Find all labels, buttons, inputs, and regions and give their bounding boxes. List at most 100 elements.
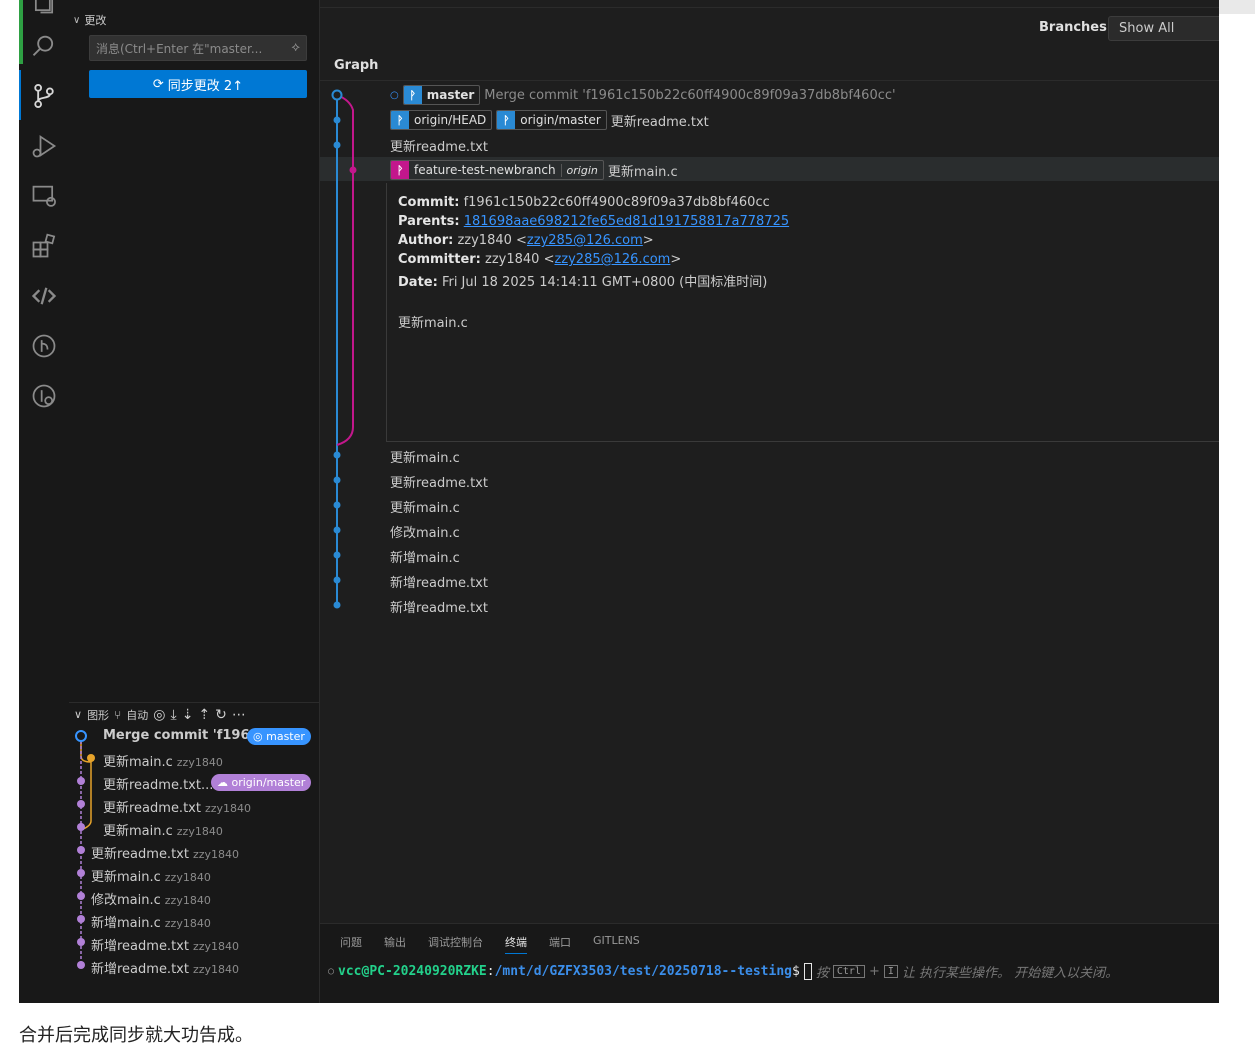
detail-label: Author: (398, 233, 454, 248)
activity-bar (19, 0, 69, 1003)
commit-author: zzy1840 (204, 802, 252, 815)
branch-ref-master[interactable]: ᚹ master (402, 85, 481, 105)
commit-row[interactable]: ᚹ origin/HEAD ᚹ origin/master 更新readme.txt (390, 108, 709, 132)
tab-terminal[interactable]: 终端 (505, 934, 527, 954)
editor-tab-strip (320, 0, 1219, 8)
terminal-line[interactable]: ○ vcc@PC-20240920RZKE:/mnt/d/GZFX3503/te… (328, 962, 1118, 981)
commit-message: 新增readme.txt (390, 600, 488, 616)
commit-row[interactable]: 更新main.c (390, 444, 460, 468)
tab-output[interactable]: 输出 (384, 934, 406, 954)
graph-commit-row[interactable]: 新增main.c zzy1840 (69, 909, 320, 931)
run-debug-icon[interactable] (30, 132, 58, 160)
tab-debug-console[interactable]: 调试控制台 (428, 934, 483, 954)
commit-message: 更新main.c (91, 870, 161, 885)
parent-hash-link[interactable]: 181698aae698212fe65ed81d191758817a778725 (464, 214, 789, 229)
pull-icon[interactable]: ⇣ (182, 707, 194, 723)
branch-ref-feature[interactable]: ᚹ feature-test-newbranch origin (390, 160, 604, 180)
code-icon[interactable] (30, 282, 58, 310)
chevron-down-icon: ∨ (74, 708, 83, 721)
commit-message: 更新readme.txt (103, 801, 201, 816)
graph-mode-label[interactable]: 自动 (126, 707, 148, 723)
refresh-icon[interactable]: ↻ (215, 707, 227, 723)
graph-commit-row[interactable]: 更新readme.txt... ☁ origin/master (69, 771, 320, 793)
graph-commit-row[interactable]: 修改main.c zzy1840 (69, 886, 320, 908)
commit-message: 新增readme.txt (390, 575, 488, 591)
branch-ref-origin-head[interactable]: ᚹ origin/HEAD (390, 110, 493, 130)
branch-icon[interactable]: ⑂ (114, 708, 121, 722)
explorer-icon[interactable] (30, 0, 58, 16)
detail-label: Committer: (398, 252, 481, 267)
more-icon[interactable]: ⋯ (232, 707, 246, 723)
graph-commit-row[interactable]: 新增readme.txt zzy1840 (69, 955, 320, 977)
detail-date: Date: Fri Jul 18 2025 14:14:11 GMT+0800 … (398, 271, 767, 290)
tab-gitlens[interactable]: GITLENS (593, 934, 640, 954)
source-control-sidebar: ∨ 更改 消息(Ctrl+Enter 在"master... ⟡ ⟳ 同步更改 … (69, 0, 320, 1003)
graph-section-header[interactable]: ∨ 图形 ⑂ 自动 ◎ ⤓ ⇣ ⇡ ↻ ⋯ (69, 702, 320, 726)
gitlens-inspect-icon[interactable] (30, 382, 58, 410)
graph-commit-row[interactable]: 更新readme.txt zzy1840 (69, 840, 320, 862)
author-email-link[interactable]: zzy285@126.com (527, 233, 643, 248)
commit-row[interactable]: 更新readme.txt (390, 469, 488, 493)
sync-changes-button[interactable]: ⟳ 同步更改 2↑ (89, 70, 307, 98)
commit-row-selected[interactable]: ᚹ feature-test-newbranch origin 更新main.c (390, 158, 678, 182)
commit-message: 更新main.c (607, 164, 678, 180)
detail-commit: Commit: f1961c150b22c60ff4900c89f09a37db… (398, 195, 770, 210)
branches-select[interactable]: Show All (1108, 16, 1219, 41)
commit-row[interactable]: 新增readme.txt (390, 569, 488, 593)
graph-commit-row[interactable]: 更新main.c zzy1840 (69, 748, 320, 770)
badge-label: master (266, 730, 305, 743)
detail-label: Commit: (398, 195, 460, 210)
changes-section-header[interactable]: ∨ 更改 (73, 12, 106, 28)
commit-message: 更新main.c (390, 450, 460, 466)
prompt-user: vcc@PC-20240920RZKE (338, 964, 487, 979)
graph-commit-row[interactable]: 更新main.c zzy1840 (69, 817, 320, 839)
git-graph-view: Branches: Show All Graph ○ ᚹ master Merg… (320, 0, 1219, 1003)
commit-row[interactable]: ○ ᚹ master Merge commit 'f1961c150b22c60f… (390, 83, 896, 107)
graph-commit-row[interactable]: 更新readme.txt zzy1840 (69, 794, 320, 816)
commit-author: zzy1840 (176, 825, 223, 838)
commit-row[interactable]: 新增main.c (390, 544, 460, 568)
branches-label: Branches: (1039, 20, 1113, 35)
activity-accent (19, 0, 23, 64)
commit-author: zzy1840 (164, 871, 211, 884)
detail-commit-message: 更新main.c (398, 316, 468, 331)
detail-label: Parents: (398, 214, 460, 229)
graph-commit-row[interactable]: Merge commit 'f1961... ◎ master (69, 725, 320, 747)
gitlens-icon[interactable] (30, 332, 58, 360)
commit-message: 新增main.c (390, 550, 460, 566)
terminal-hint-suffix: 让 执行某些操作。 开始键入以关闭。 (901, 966, 1119, 981)
sync-icon: ⟳ (152, 76, 164, 92)
branch-icon: ᚹ (403, 86, 422, 104)
committer-email-link[interactable]: zzy285@126.com (554, 252, 670, 267)
graph-commit-row[interactable]: 新增readme.txt zzy1840 (69, 932, 320, 954)
sparkle-icon[interactable]: ⟡ (291, 40, 300, 55)
tab-problems[interactable]: 问题 (340, 934, 362, 954)
search-icon[interactable] (30, 32, 58, 60)
commit-message: 新增readme.txt (91, 939, 189, 954)
commit-row[interactable]: 更新readme.txt (390, 133, 488, 157)
origin-master-badge: ☁ origin/master (211, 774, 312, 791)
commit-row[interactable]: 修改main.c (390, 519, 460, 543)
branch-ref-origin-master[interactable]: ᚹ origin/master (496, 110, 607, 130)
detail-committer: Committer: zzy1840 <zzy285@126.com> (398, 252, 682, 267)
graph-commit-row[interactable]: 更新main.c zzy1840 (69, 863, 320, 885)
commit-row[interactable]: 新增readme.txt (390, 594, 488, 618)
commit-message: 更新main.c (103, 755, 173, 770)
commit-message: 更新readme.txt (610, 114, 709, 130)
tab-ports[interactable]: 端口 (549, 934, 571, 954)
commit-date: Fri Jul 18 2025 14:14:11 GMT+0800 (中国标准时… (441, 275, 768, 290)
extensions-icon[interactable] (30, 232, 58, 260)
commit-hash: f1961c150b22c60ff4900c89f09a37db8bf460cc (463, 195, 770, 210)
commit-message-input[interactable]: 消息(Ctrl+Enter 在"master... ⟡ (89, 35, 307, 61)
commit-row[interactable]: 更新main.c (390, 494, 460, 518)
ref-name: master (426, 88, 475, 102)
commit-message: 更新readme.txt... (103, 778, 214, 793)
fetch-icon[interactable]: ⤓ (170, 707, 176, 723)
sync-button-label: 同步更改 2↑ (167, 78, 244, 94)
commit-message: 修改main.c (390, 525, 460, 541)
source-control-icon[interactable] (30, 82, 58, 110)
terminal-hint-prefix: 按 (815, 966, 829, 981)
push-icon[interactable]: ⇡ (198, 707, 210, 723)
remote-explorer-icon[interactable] (30, 182, 58, 210)
target-icon[interactable]: ◎ (153, 707, 165, 723)
